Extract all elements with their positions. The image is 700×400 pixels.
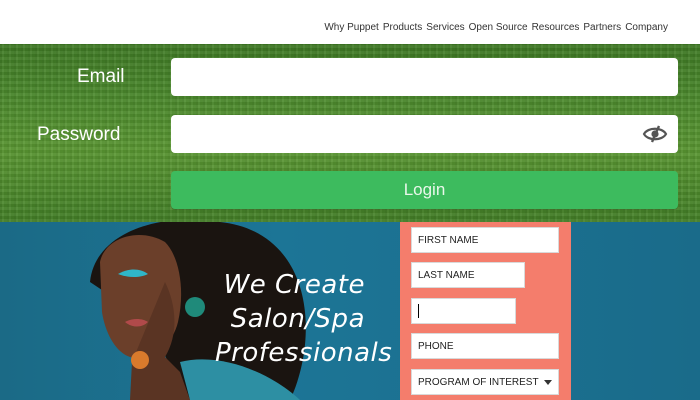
nav-links: Why Puppet Products Services Open Source… bbox=[324, 22, 668, 33]
last-name-field[interactable]: LAST NAME bbox=[411, 262, 525, 288]
salon-promo-banner: We Create Salon/Spa Professionals FIRST … bbox=[0, 222, 700, 400]
tagline-line-1: We Create bbox=[223, 270, 365, 300]
phone-field[interactable]: PHONE bbox=[411, 333, 559, 359]
tagline-line-3: Professionals bbox=[215, 338, 393, 368]
nav-link-partners[interactable]: Partners bbox=[583, 22, 621, 33]
lead-form: FIRST NAME LAST NAME PHONE PROGRAM OF IN… bbox=[400, 222, 571, 400]
nav-link-why-puppet[interactable]: Why Puppet bbox=[324, 22, 378, 33]
promo-tagline: We Create Salon/Spa Professionals bbox=[215, 268, 393, 370]
nav-link-company[interactable]: Company bbox=[625, 22, 668, 33]
nav-link-products[interactable]: Products bbox=[383, 22, 422, 33]
tagline-line-2: Salon/Spa bbox=[230, 304, 365, 334]
eye-slash-icon[interactable] bbox=[642, 123, 668, 145]
email-field[interactable] bbox=[171, 58, 678, 96]
email-field-focused[interactable] bbox=[411, 298, 516, 324]
program-select-value: PROGRAM OF INTEREST bbox=[418, 376, 539, 388]
password-label: Password bbox=[37, 124, 121, 145]
login-button[interactable]: Login bbox=[171, 171, 678, 209]
password-field[interactable] bbox=[171, 115, 678, 153]
first-name-field[interactable]: FIRST NAME bbox=[411, 227, 559, 253]
phone-placeholder: PHONE bbox=[418, 340, 454, 352]
nav-link-services[interactable]: Services bbox=[426, 22, 464, 33]
program-of-interest-select[interactable]: PROGRAM OF INTEREST bbox=[411, 369, 559, 395]
nav-link-open-source[interactable]: Open Source bbox=[469, 22, 528, 33]
last-name-placeholder: LAST NAME bbox=[418, 269, 475, 281]
chevron-down-icon bbox=[544, 379, 552, 385]
first-name-placeholder: FIRST NAME bbox=[418, 234, 479, 246]
text-cursor bbox=[418, 304, 419, 318]
email-label: Email bbox=[77, 66, 125, 87]
login-panel: Email Password Login bbox=[0, 44, 700, 222]
nav-link-resources[interactable]: Resources bbox=[532, 22, 580, 33]
top-navigation: Why Puppet Products Services Open Source… bbox=[0, 0, 700, 44]
